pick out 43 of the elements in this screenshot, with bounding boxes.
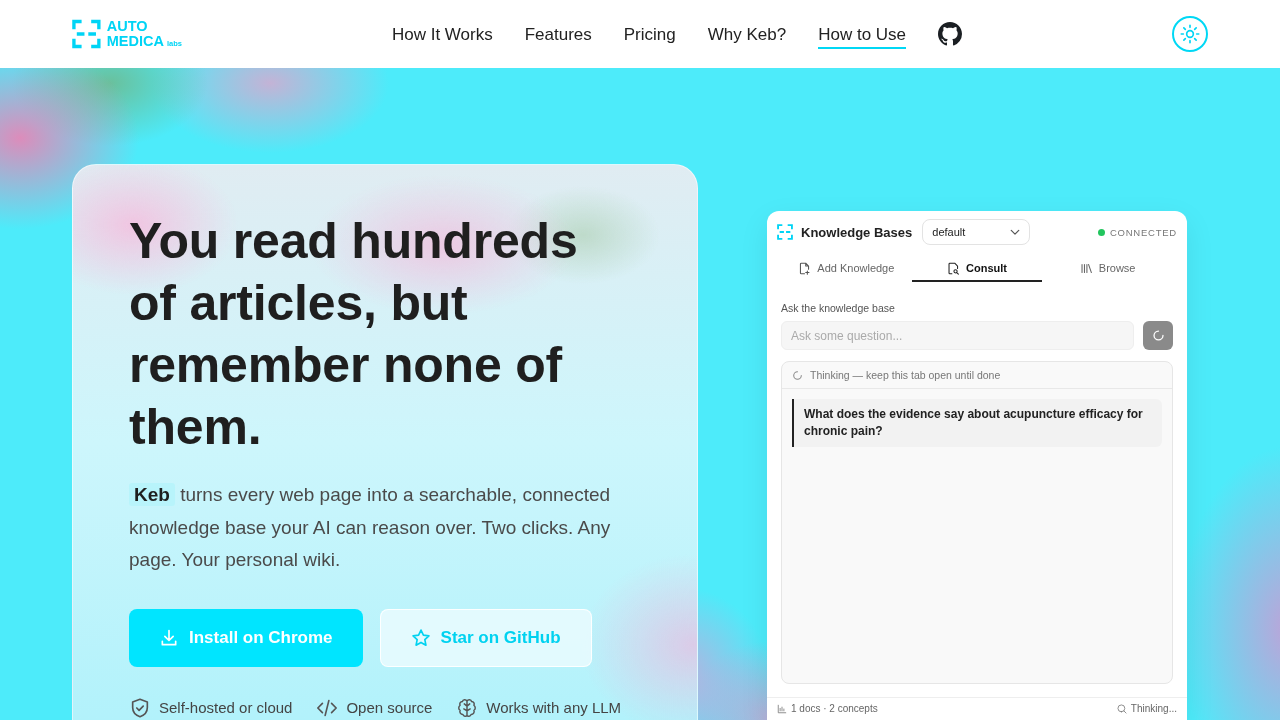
theme-toggle-button[interactable] <box>1172 16 1208 52</box>
question-input[interactable]: Ask some question... <box>781 321 1134 350</box>
tab[interactable]: Consult <box>911 256 1043 282</box>
nav-link[interactable]: Features <box>524 19 592 49</box>
panel-title: Knowledge Bases <box>801 224 913 240</box>
brain-icon <box>456 696 479 719</box>
connection-status: CONNECTED <box>1110 226 1177 238</box>
search-icon <box>1116 704 1127 714</box>
sun-icon <box>1180 24 1200 44</box>
books-icon <box>1079 261 1093 275</box>
github-icon[interactable] <box>938 22 963 46</box>
tab[interactable]: Browse <box>1042 256 1173 282</box>
knowledge-base-select[interactable]: default <box>922 219 1031 245</box>
thinking-status: Thinking — keep this tab open until done <box>810 369 1001 381</box>
download-icon <box>159 627 179 648</box>
feature-label: Open source <box>346 697 433 718</box>
stats-text: 1 docs · 2 concepts <box>791 703 878 715</box>
feature-label: Self-hosted or cloud <box>159 697 293 718</box>
spinner-icon <box>1151 329 1165 342</box>
tab[interactable]: Add Knowledge <box>781 256 912 282</box>
logo-icon <box>777 224 793 240</box>
chevron-down-icon <box>1010 228 1021 236</box>
spinner-icon <box>792 369 803 381</box>
bar-chart-icon <box>777 704 787 714</box>
hero-headline: You read hundreds of articles, but remember none of them. <box>129 212 579 457</box>
nav-link[interactable]: Why Keb? <box>707 19 787 49</box>
hero-description: Keb turns every web page into a searchable, connected knowledge base your AI can reason over. Two clicks. Any page. Your personal wiki. <box>129 482 612 572</box>
star-icon <box>410 627 431 648</box>
status-dot-icon <box>1098 228 1105 236</box>
submit-button[interactable] <box>1143 321 1173 350</box>
status-text: Thinking... <box>1130 703 1177 715</box>
nav-link[interactable]: How to Use <box>818 19 907 49</box>
logo-icon <box>72 19 101 49</box>
logo-text: MEDICA <box>106 34 164 49</box>
document-search-icon <box>947 261 960 275</box>
logo-text: AUTO <box>106 19 149 34</box>
nav-link[interactable]: How It Works <box>391 19 493 49</box>
question-quote: What does the evidence say about acupuncture efficacy for chronic pain? <box>792 399 1162 447</box>
shield-check-icon <box>129 696 151 719</box>
nav-link[interactable]: Pricing <box>623 19 676 49</box>
feature-label: Works with any LLM <box>486 697 622 718</box>
document-plus-icon <box>798 261 812 275</box>
field-label: Ask the knowledge base <box>781 302 896 314</box>
